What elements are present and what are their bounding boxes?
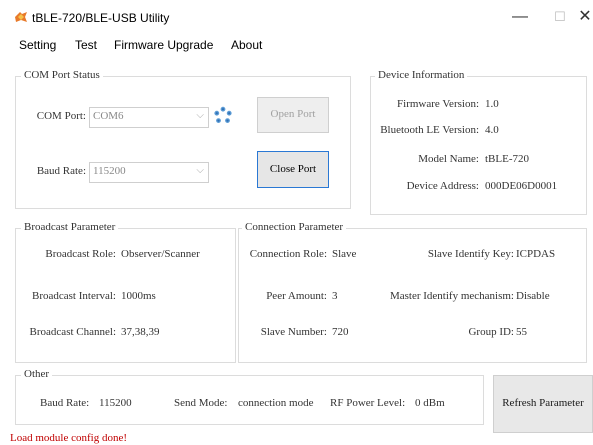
baud-rate-value: 115200 xyxy=(93,165,126,177)
menu-setting[interactable]: Setting xyxy=(19,38,56,52)
device-address-label: Device Address: xyxy=(406,180,479,192)
other-baud-rate-value: 115200 xyxy=(99,397,132,409)
refresh-parameter-label: Refresh Parameter xyxy=(502,397,584,409)
peer-amount-label: Peer Amount: xyxy=(266,290,327,302)
firmware-version-label: Firmware Version: xyxy=(397,98,479,110)
bluetooth-version-value: 4.0 xyxy=(485,124,499,136)
rf-power-level-value: 0 dBm xyxy=(415,397,445,409)
com-port-status-title: COM Port Status xyxy=(21,69,103,81)
baud-rate-select[interactable]: 115200 ⌵ xyxy=(89,162,209,183)
com-port-status-group xyxy=(15,76,351,209)
send-mode-label: Send Mode: xyxy=(174,397,228,409)
broadcast-parameter-title: Broadcast Parameter xyxy=(21,221,119,233)
menu-firmware-upgrade[interactable]: Firmware Upgrade xyxy=(114,38,213,52)
com-port-select[interactable]: COM6 ⌵ xyxy=(89,107,209,128)
close-port-button[interactable]: Close Port xyxy=(257,151,329,188)
close-port-label: Close Port xyxy=(269,163,317,175)
connection-parameter-title: Connection Parameter xyxy=(242,221,347,233)
connection-role-label: Connection Role: xyxy=(249,248,327,260)
menu-test[interactable]: Test xyxy=(75,38,97,52)
connection-role-value: Slave xyxy=(332,248,357,260)
device-address-value: 000DE06D0001 xyxy=(485,180,558,192)
peer-amount-value: 3 xyxy=(332,290,338,302)
slave-identify-key-value: ICPDAS xyxy=(516,248,556,260)
status-message: Load module config done! xyxy=(10,432,127,444)
group-id-label: Group ID: xyxy=(468,326,514,338)
slave-identify-key-label: Slave Identify Key: xyxy=(427,248,514,260)
open-port-button[interactable]: Open Port xyxy=(257,97,329,133)
minimize-button[interactable]: — xyxy=(500,5,540,29)
refresh-icon[interactable] xyxy=(213,106,233,126)
close-button[interactable]: ✕ xyxy=(565,5,593,29)
slave-number-label: Slave Number: xyxy=(260,326,327,338)
firmware-version-value: 1.0 xyxy=(485,98,499,110)
master-identify-mechanism-label: Master Identify mechanism: xyxy=(389,290,514,302)
baud-rate-label: Baud Rate: xyxy=(36,165,86,177)
rf-power-level-label: RF Power Level: xyxy=(330,397,406,409)
group-id-value: 55 xyxy=(516,326,527,338)
device-information-group xyxy=(370,76,587,215)
chevron-down-icon: ⌵ xyxy=(196,165,204,176)
bluetooth-version-label: Bluetooth LE Version: xyxy=(380,124,479,136)
model-name-label: Model Name: xyxy=(418,153,479,165)
model-name-value: tBLE-720 xyxy=(485,153,529,165)
send-mode-value: connection mode xyxy=(238,397,314,409)
broadcast-role-value: Observer/Scanner xyxy=(121,248,200,260)
device-information-title: Device Information xyxy=(375,69,468,81)
broadcast-channel-label: Broadcast Channel: xyxy=(29,326,116,338)
com-port-label: COM Port: xyxy=(36,110,86,122)
chevron-down-icon: ⌵ xyxy=(196,110,204,121)
broadcast-role-label: Broadcast Role: xyxy=(45,248,116,260)
menu-about[interactable]: About xyxy=(231,38,262,52)
broadcast-interval-value: 1000ms xyxy=(121,290,156,302)
app-icon xyxy=(15,12,27,22)
master-identify-mechanism-value: Disable xyxy=(516,290,550,302)
refresh-parameter-button[interactable]: Refresh Parameter xyxy=(493,375,593,433)
window-title: tBLE-720/BLE-USB Utility xyxy=(32,11,170,25)
com-port-value: COM6 xyxy=(93,110,124,122)
other-baud-rate-label: Baud Rate: xyxy=(40,397,90,409)
other-title: Other xyxy=(21,368,53,380)
broadcast-channel-value: 37,38,39 xyxy=(121,326,160,338)
slave-number-value: 720 xyxy=(332,326,349,338)
broadcast-interval-label: Broadcast Interval: xyxy=(32,290,116,302)
open-port-label: Open Port xyxy=(270,108,316,120)
